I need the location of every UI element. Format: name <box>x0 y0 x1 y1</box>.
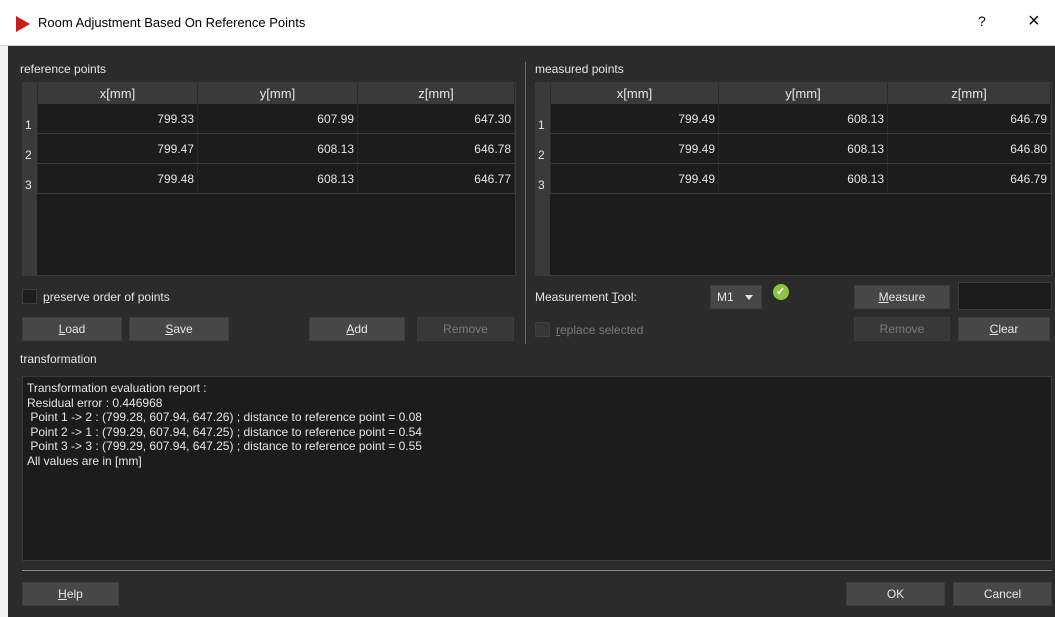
reference-points-table[interactable]: x[mm] y[mm] z[mm] 1 799.33 607.99 647.30… <box>22 82 516 276</box>
replace-selected-label: replace selected <box>556 323 644 337</box>
dialog-body: reference points x[mm] y[mm] z[mm] 1 799… <box>8 46 1055 617</box>
table-corner <box>536 83 551 104</box>
cell-z[interactable]: 646.77 <box>357 163 515 194</box>
cell-z[interactable]: 647.30 <box>357 104 515 134</box>
column-header-x[interactable]: x[mm] <box>37 83 198 104</box>
column-header-x[interactable]: x[mm] <box>550 83 719 104</box>
footer-divider <box>22 570 1052 571</box>
table-row[interactable]: 2 799.49 608.13 646.80 <box>536 133 1051 164</box>
chevron-down-icon <box>745 295 753 300</box>
measured-points-label: measured points <box>535 62 624 76</box>
ok-button[interactable]: OK <box>846 582 945 606</box>
add-button[interactable]: Add <box>309 317 405 341</box>
cell-x[interactable]: 799.48 <box>37 163 198 194</box>
cell-y[interactable]: 608.13 <box>197 163 358 194</box>
clear-button[interactable]: Clear <box>958 317 1050 341</box>
measure-result-field[interactable] <box>958 282 1052 310</box>
column-header-z[interactable]: z[mm] <box>887 83 1051 104</box>
cell-z[interactable]: 646.80 <box>887 133 1051 164</box>
measured-points-table[interactable]: x[mm] y[mm] z[mm] 1 799.49 608.13 646.79… <box>535 82 1052 276</box>
row-header[interactable]: 2 <box>536 133 551 164</box>
measurement-tool-select[interactable]: M1 <box>710 285 762 309</box>
cell-z[interactable]: 646.79 <box>887 104 1051 134</box>
row-header[interactable]: 2 <box>23 133 38 164</box>
replace-selected-checkbox[interactable] <box>535 322 550 337</box>
title-bar: Room Adjustment Based On Reference Point… <box>0 0 1055 46</box>
cell-x[interactable]: 799.33 <box>37 104 198 134</box>
window-title: Room Adjustment Based On Reference Point… <box>38 15 306 30</box>
transformation-report[interactable]: Transformation evaluation report : Resid… <box>22 376 1052 561</box>
row-header[interactable]: 1 <box>23 104 38 134</box>
reference-points-label: reference points <box>20 62 107 76</box>
save-button[interactable]: Save <box>129 317 229 341</box>
help-button[interactable]: Help <box>22 582 119 606</box>
transformation-label: transformation <box>20 352 97 366</box>
preserve-order-label: preserve order of points <box>43 290 170 304</box>
cell-y[interactable]: 608.13 <box>718 133 888 164</box>
cell-y[interactable]: 608.13 <box>197 133 358 164</box>
table-corner <box>23 83 38 104</box>
remove-measured-button[interactable]: Remove <box>854 317 950 341</box>
row-header[interactable]: 3 <box>23 163 38 194</box>
cell-z[interactable]: 646.79 <box>887 163 1051 194</box>
cancel-button[interactable]: Cancel <box>953 582 1052 606</box>
cell-x[interactable]: 799.47 <box>37 133 198 164</box>
column-header-y[interactable]: y[mm] <box>718 83 888 104</box>
measure-button[interactable]: Measure <box>854 285 950 309</box>
cell-y[interactable]: 608.13 <box>718 104 888 134</box>
app-logo-icon <box>16 16 30 32</box>
cell-z[interactable]: 646.78 <box>357 133 515 164</box>
cell-x[interactable]: 799.49 <box>550 163 719 194</box>
load-button[interactable]: Load <box>22 317 122 341</box>
check-circle-icon: ✓ <box>773 284 789 300</box>
row-header[interactable]: 1 <box>536 104 551 134</box>
row-header[interactable]: 3 <box>536 163 551 194</box>
cell-y[interactable]: 608.13 <box>718 163 888 194</box>
remove-reference-button[interactable]: Remove <box>417 317 514 341</box>
close-icon[interactable]: × <box>1028 10 1040 33</box>
measurement-tool-label: Measurement Tool: <box>535 290 637 304</box>
cell-y[interactable]: 607.99 <box>197 104 358 134</box>
cell-x[interactable]: 799.49 <box>550 133 719 164</box>
cell-x[interactable]: 799.49 <box>550 104 719 134</box>
column-header-y[interactable]: y[mm] <box>197 83 358 104</box>
vertical-divider <box>525 62 526 344</box>
table-row[interactable]: 3 799.49 608.13 646.79 <box>536 163 1051 194</box>
column-header-z[interactable]: z[mm] <box>357 83 515 104</box>
preserve-order-checkbox[interactable] <box>22 289 37 304</box>
table-row[interactable]: 3 799.48 608.13 646.77 <box>23 163 515 194</box>
help-title-button[interactable]: ? <box>978 13 986 29</box>
table-row[interactable]: 1 799.49 608.13 646.79 <box>536 104 1051 134</box>
table-row[interactable]: 2 799.47 608.13 646.78 <box>23 133 515 164</box>
table-row[interactable]: 1 799.33 607.99 647.30 <box>23 104 515 134</box>
